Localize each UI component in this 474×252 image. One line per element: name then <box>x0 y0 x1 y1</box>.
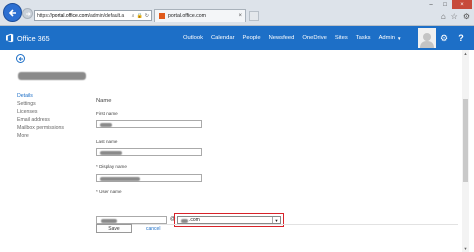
user-name-label: * User name <box>96 189 122 194</box>
main-content: Details Settings Licenses Email address … <box>0 50 474 252</box>
page-title-redacted <box>18 72 86 80</box>
user-name-field[interactable] <box>96 216 167 224</box>
last-name-label: Last name <box>96 139 118 144</box>
nav-people[interactable]: People <box>243 35 261 41</box>
scroll-down-icon[interactable]: ▼ <box>463 246 468 251</box>
browser-toolbar: https://portal.office.com/admin/default.… <box>0 0 474 26</box>
scroll-up-icon[interactable]: ▲ <box>463 51 468 56</box>
settings-gear-icon[interactable]: ⚙ <box>438 32 450 44</box>
last-name-field[interactable] <box>96 148 202 156</box>
back-button[interactable] <box>16 54 25 63</box>
browser-back-button[interactable] <box>3 3 22 22</box>
display-name-field[interactable] <box>96 174 202 182</box>
nav-email-address[interactable]: Email address <box>17 117 64 124</box>
star-icon[interactable]: ☆ <box>451 12 458 21</box>
display-name-label: * Display name <box>96 164 127 169</box>
avatar[interactable] <box>418 28 436 48</box>
nav-details[interactable]: Details <box>17 93 64 100</box>
vertical-scrollbar[interactable]: ▲ ▼ <box>462 50 469 252</box>
first-name-value-redacted <box>100 122 112 127</box>
display-name-value-redacted <box>100 176 140 181</box>
new-tab-button[interactable] <box>249 11 259 21</box>
domain-select[interactable]: .com ▼ <box>177 216 281 224</box>
browser-forward-button[interactable] <box>22 8 33 19</box>
tab-close-icon[interactable]: × <box>238 13 245 19</box>
tab-title: portal.office.com <box>168 13 206 19</box>
domain-value-redacted <box>181 218 188 223</box>
nav-newsfeed[interactable]: Newsfeed <box>269 35 295 41</box>
lock-icon: 🔒 <box>136 12 143 19</box>
footer-divider <box>96 224 458 225</box>
chevron-down-icon[interactable]: ▼ <box>272 217 280 223</box>
browser-tab[interactable]: portal.office.com × <box>154 9 246 22</box>
office-logo-icon <box>6 33 14 43</box>
search-icon[interactable]: ⌕ <box>132 13 135 19</box>
first-name-field[interactable] <box>96 120 202 128</box>
brand-name: Office 365 <box>17 33 50 43</box>
nav-mailbox-permissions[interactable]: Mailbox permissions <box>17 125 64 132</box>
office-favicon-icon <box>159 13 165 19</box>
nav-more[interactable]: More <box>17 133 64 140</box>
address-url: https://portal.office.com/admin/default.… <box>37 12 125 19</box>
nav-calendar[interactable]: Calendar <box>211 35 235 41</box>
arrow-right-icon <box>25 11 31 16</box>
minimize-button[interactable]: – <box>424 0 438 9</box>
address-bar[interactable]: https://portal.office.com/admin/default.… <box>34 10 152 21</box>
nav-outlook[interactable]: Outlook <box>183 35 203 41</box>
help-icon[interactable]: ? <box>455 32 467 44</box>
maximize-button[interactable]: □ <box>438 0 452 9</box>
save-button[interactable]: Save <box>96 224 132 233</box>
refresh-icon[interactable]: ↻ <box>145 13 149 19</box>
window-close-button[interactable]: × <box>452 0 472 9</box>
office365-logo[interactable]: Office 365 <box>0 33 60 43</box>
home-icon[interactable]: ⌂ <box>441 12 446 21</box>
last-name-value-redacted <box>100 150 122 155</box>
user-name-value-redacted <box>101 218 117 223</box>
nav-settings[interactable]: Settings <box>17 101 64 108</box>
domain-suffix: .com <box>189 217 200 223</box>
arrow-left-icon <box>18 56 23 61</box>
details-nav: Details Settings Licenses Email address … <box>17 93 64 140</box>
arrow-left-icon <box>8 8 16 17</box>
first-name-label: First name <box>96 111 118 116</box>
nav-tasks[interactable]: Tasks <box>356 35 371 41</box>
nav-admin[interactable]: Admin <box>379 35 395 41</box>
nav-onedrive[interactable]: OneDrive <box>302 35 326 41</box>
cancel-link[interactable]: cancel <box>146 226 160 232</box>
section-title: Name <box>96 98 112 104</box>
office365-header: Office 365 Outlook Calendar People Newsf… <box>0 26 474 50</box>
chevron-down-icon[interactable]: ▼ <box>397 36 401 41</box>
top-nav: Outlook Calendar People Newsfeed OneDriv… <box>183 26 407 50</box>
nav-sites[interactable]: Sites <box>335 35 348 41</box>
scroll-thumb[interactable] <box>463 99 468 182</box>
user-silhouette-icon <box>420 33 434 48</box>
nav-licenses[interactable]: Licenses <box>17 109 64 116</box>
gear-icon[interactable]: ⚙ <box>463 12 470 21</box>
